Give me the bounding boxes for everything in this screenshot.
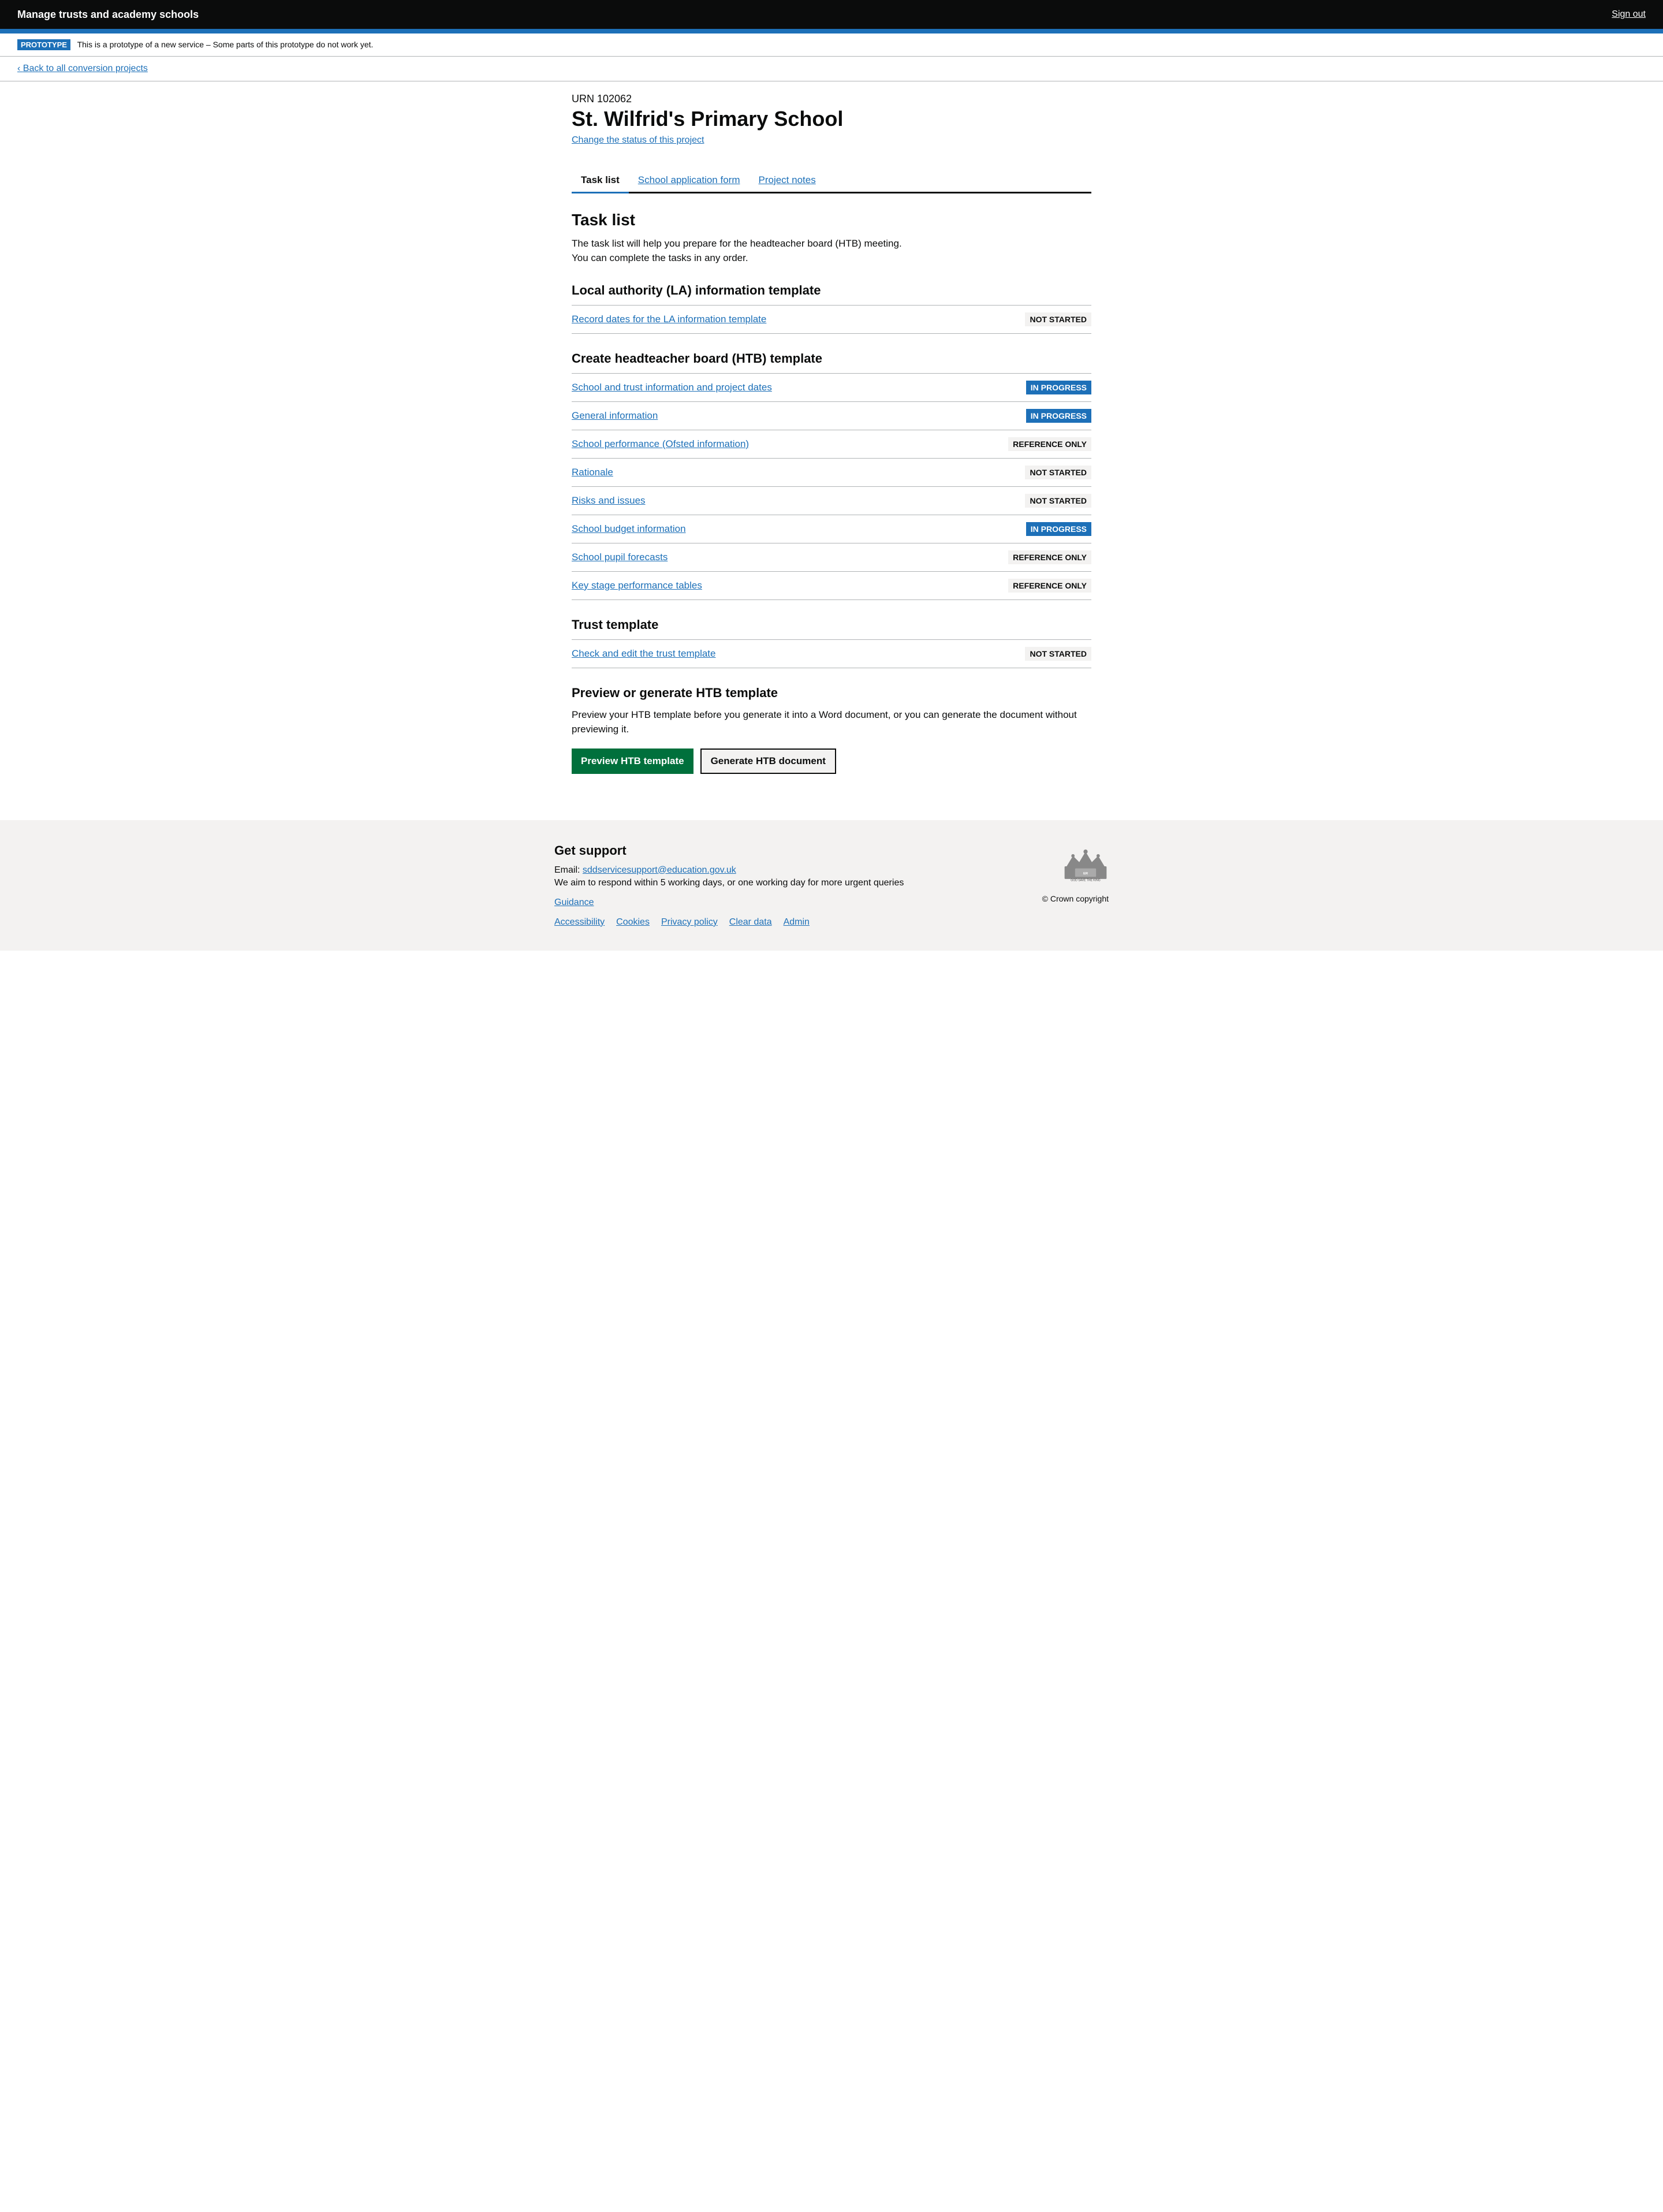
site-header: Manage trusts and academy schools Sign o… (0, 0, 1663, 29)
section-htb-title: Create headteacher board (HTB) template (572, 351, 1091, 366)
task-list-section: Task list The task list will help you pr… (572, 211, 1091, 774)
footer-response-time: We aim to respond within 5 working days,… (554, 878, 1042, 888)
task-list-description: The task list will help you prepare for … (572, 236, 1091, 266)
table-row: Record dates for the LA information temp… (572, 305, 1091, 333)
footer-link-clear-data[interactable]: Clear data (729, 917, 772, 928)
footer-email-link[interactable]: sddservicesupport@education.gov.uk (583, 865, 736, 875)
footer-link-accessibility[interactable]: Accessibility (554, 917, 605, 928)
tab-school-application-form[interactable]: School application form (629, 169, 750, 192)
back-link[interactable]: Back to all conversion projects (17, 64, 148, 73)
footer-right: ER GOD SAVE THE KING © Crown copyright (1042, 843, 1109, 903)
table-row: School performance (Ofsted information) … (572, 430, 1091, 458)
main-content: URN 102062 St. Wilfrid's Primary School … (554, 81, 1109, 785)
task-link-key-stage[interactable]: Key stage performance tables (572, 580, 702, 591)
status-badge: REFERENCE ONLY (1008, 437, 1091, 451)
status-badge: IN PROGRESS (1026, 522, 1091, 536)
footer-support-title: Get support (554, 843, 1042, 858)
table-row: General information IN PROGRESS (572, 401, 1091, 430)
task-link-record-dates[interactable]: Record dates for the LA information temp… (572, 314, 766, 325)
svg-text:GOD SAVE THE KING: GOD SAVE THE KING (1071, 878, 1100, 882)
blue-bar (0, 29, 1663, 33)
school-urn: URN 102062 (572, 93, 1091, 105)
section-trust-title: Trust template (572, 617, 1091, 632)
preview-htb-button[interactable]: Preview HTB template (572, 748, 693, 774)
generate-htb-button[interactable]: Generate HTB document (700, 748, 836, 774)
site-footer: Get support Email: sddservicesupport@edu… (0, 820, 1663, 951)
section-la-table: Record dates for the LA information temp… (572, 305, 1091, 334)
task-link-rationale[interactable]: Rationale (572, 467, 613, 478)
table-row: Rationale NOT STARTED (572, 458, 1091, 486)
status-badge: REFERENCE ONLY (1008, 579, 1091, 593)
task-link-risks-issues[interactable]: Risks and issues (572, 495, 646, 506)
crown-logo-icon: ER GOD SAVE THE KING (1062, 843, 1109, 889)
task-list-title: Task list (572, 211, 1091, 229)
footer-link-cookies[interactable]: Cookies (616, 917, 650, 928)
table-row: School and trust information and project… (572, 373, 1091, 401)
footer-email-line: Email: sddservicesupport@education.gov.u… (554, 865, 1042, 876)
status-badge: NOT STARTED (1025, 312, 1091, 326)
section-la-title: Local authority (LA) information templat… (572, 283, 1091, 298)
sign-out-button[interactable]: Sign out (1612, 9, 1646, 20)
footer-left: Get support Email: sddservicesupport@edu… (554, 843, 1042, 928)
back-link-container: Back to all conversion projects (0, 57, 1663, 81)
task-link-school-budget[interactable]: School budget information (572, 523, 686, 534)
svg-text:ER: ER (1083, 872, 1088, 875)
task-link-general-info[interactable]: General information (572, 410, 658, 421)
school-name: St. Wilfrid's Primary School (572, 107, 1091, 131)
task-link-school-trust-info[interactable]: School and trust information and project… (572, 382, 772, 393)
tab-nav: Task list School application form Projec… (572, 169, 1091, 193)
prototype-message: This is a prototype of a new service – S… (77, 40, 374, 49)
crown-copyright: © Crown copyright (1042, 894, 1109, 903)
footer-links: Guidance (554, 898, 1042, 908)
footer-link-guidance[interactable]: Guidance (554, 898, 594, 908)
table-row: School pupil forecasts REFERENCE ONLY (572, 543, 1091, 571)
status-badge: NOT STARTED (1025, 466, 1091, 479)
section-htb-table: School and trust information and project… (572, 373, 1091, 600)
prototype-banner: PROTOTYPE This is a prototype of a new s… (0, 33, 1663, 57)
prototype-badge: PROTOTYPE (17, 39, 70, 50)
button-group: Preview HTB template Generate HTB docume… (572, 748, 1091, 774)
table-row: Check and edit the trust template NOT ST… (572, 639, 1091, 668)
status-badge: REFERENCE ONLY (1008, 550, 1091, 564)
school-info: URN 102062 St. Wilfrid's Primary School … (572, 93, 1091, 157)
preview-description: Preview your HTB template before you gen… (572, 707, 1091, 737)
status-badge: IN PROGRESS (1026, 409, 1091, 423)
table-row: Risks and issues NOT STARTED (572, 486, 1091, 515)
task-link-school-performance[interactable]: School performance (Ofsted information) (572, 438, 749, 449)
change-status-link[interactable]: Change the status of this project (572, 135, 704, 146)
table-row: School budget information IN PROGRESS (572, 515, 1091, 543)
status-badge: NOT STARTED (1025, 494, 1091, 508)
task-link-school-pupil-forecasts[interactable]: School pupil forecasts (572, 552, 668, 563)
footer-link-admin[interactable]: Admin (784, 917, 810, 928)
status-badge: IN PROGRESS (1026, 381, 1091, 394)
footer-link-privacy[interactable]: Privacy policy (661, 917, 718, 928)
preview-title: Preview or generate HTB template (572, 686, 1091, 701)
site-title[interactable]: Manage trusts and academy schools (17, 9, 199, 21)
tab-task-list[interactable]: Task list (572, 169, 629, 193)
task-link-trust-template[interactable]: Check and edit the trust template (572, 648, 715, 659)
table-row: Key stage performance tables REFERENCE O… (572, 571, 1091, 599)
footer-bottom-links: Accessibility Cookies Privacy policy Cle… (554, 917, 1042, 928)
preview-section: Preview or generate HTB template Preview… (572, 686, 1091, 774)
status-badge: NOT STARTED (1025, 647, 1091, 661)
section-trust-table: Check and edit the trust template NOT ST… (572, 639, 1091, 668)
tab-project-notes[interactable]: Project notes (750, 169, 825, 192)
